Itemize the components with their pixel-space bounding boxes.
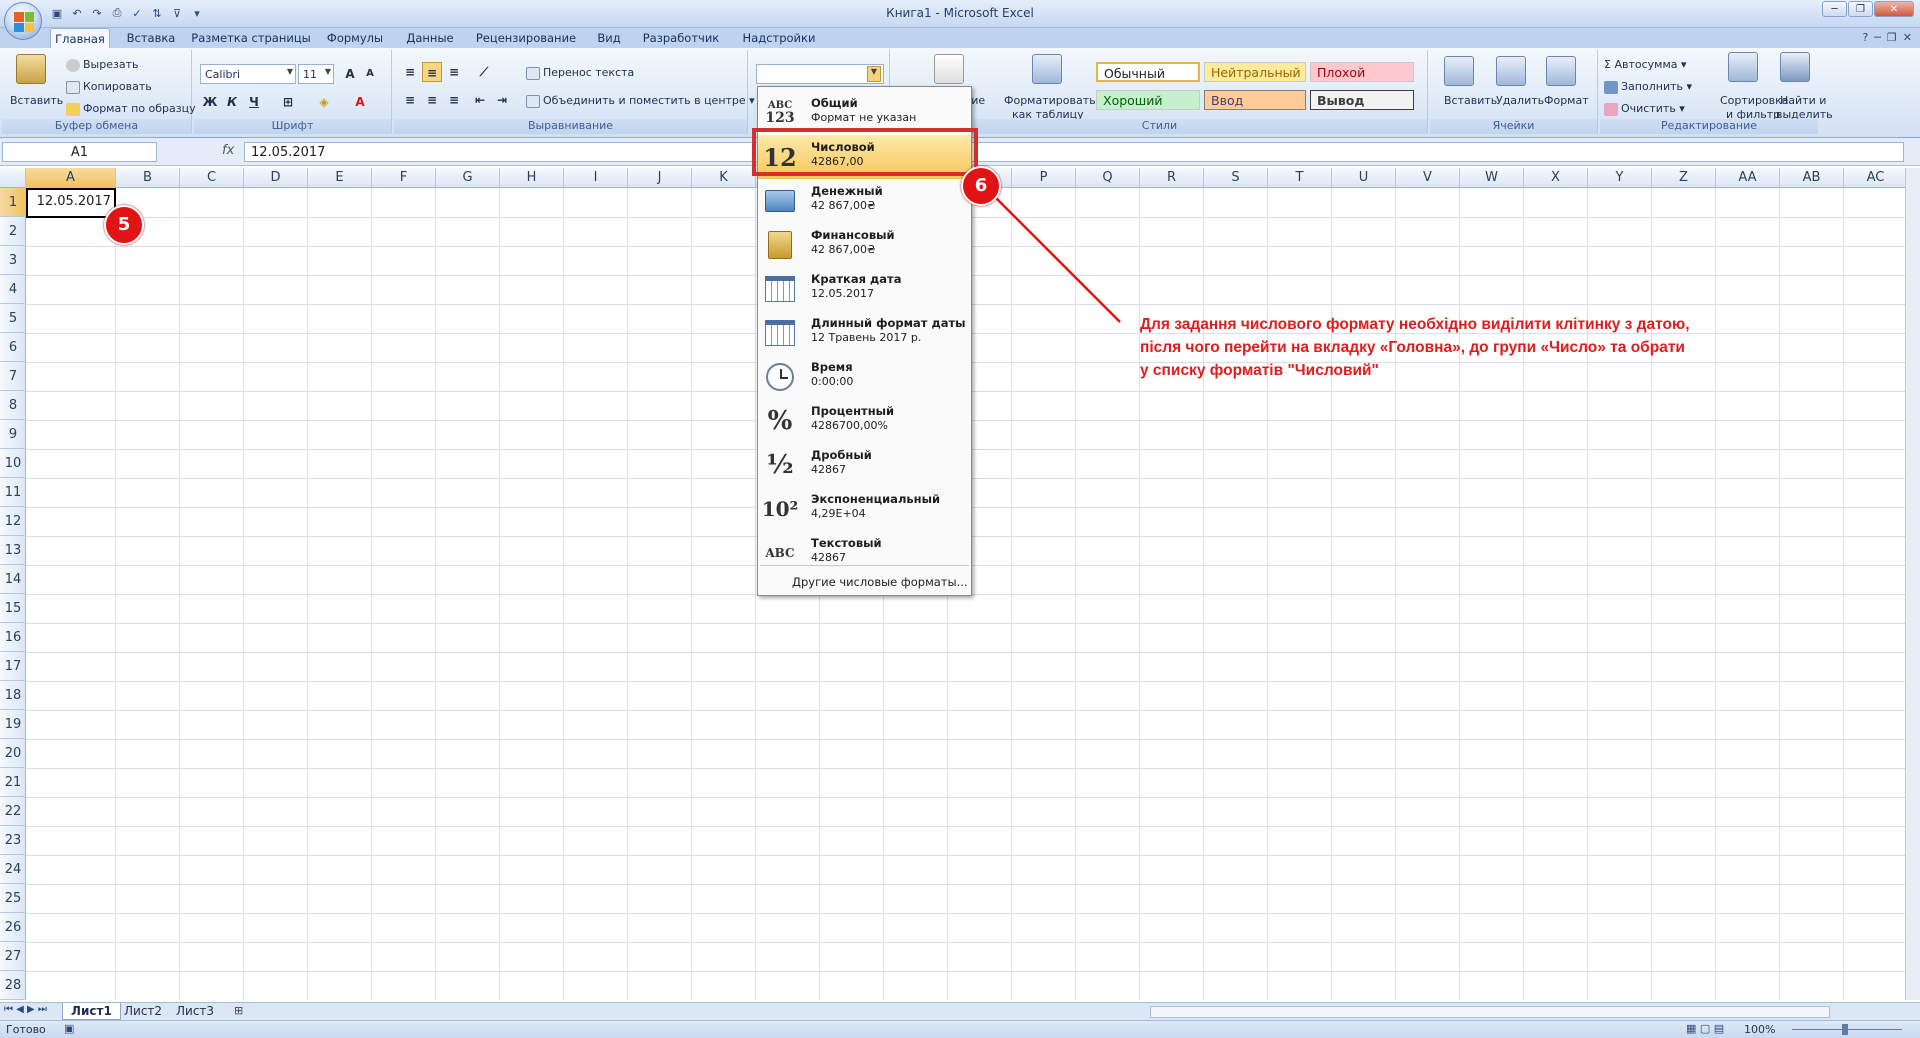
note-line-3: у списку форматів "Числовий" <box>1140 362 1379 379</box>
note-line-2: після чого перейти на вкладку «Головна»,… <box>1140 339 1685 356</box>
step-badge-6: 6 <box>961 166 1001 206</box>
annotation-arrow <box>994 196 1121 323</box>
step-badge-5: 5 <box>104 205 144 245</box>
instruction-note: Для задання числового формату необхідно … <box>1140 313 1840 382</box>
note-line-1: Для задання числового формату необхідно … <box>1140 316 1690 333</box>
